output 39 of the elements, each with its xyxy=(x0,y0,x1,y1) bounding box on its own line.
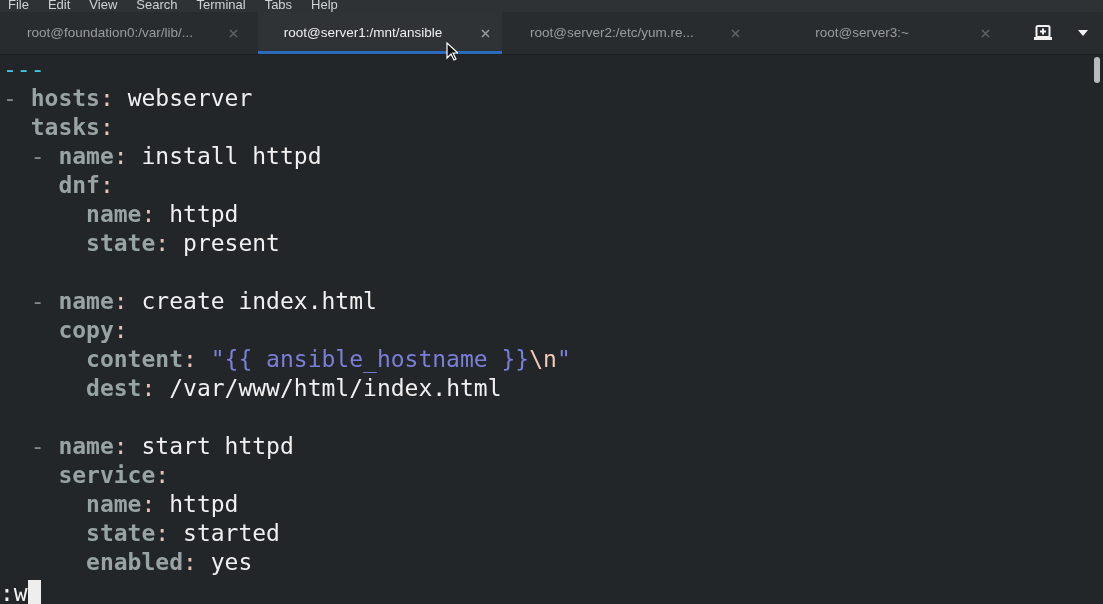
code-line: enabled: yes xyxy=(85,549,253,575)
terminal-tab[interactable]: root@foundation0:/var/lib/... xyxy=(4,12,250,54)
tab-label: root@server2:/etc/yum.re... xyxy=(529,23,695,42)
menu-item[interactable]: File xyxy=(8,0,29,12)
menu-item[interactable]: Help xyxy=(311,0,338,12)
menu-item[interactable]: Edit xyxy=(47,0,71,12)
mouse-pointer-icon xyxy=(446,42,458,62)
terminal-tab[interactable]: root@server3:~ xyxy=(756,12,1002,54)
code-line: name: httpd xyxy=(85,201,239,227)
terminal-tab[interactable]: root@server1:/mnt/ansible xyxy=(258,12,502,54)
close-icon[interactable] xyxy=(228,28,238,38)
tab-label: root@server3:~ xyxy=(814,23,910,42)
code-line: content: "{{ ansible_hostname }}\n" xyxy=(85,346,571,372)
menu-item[interactable]: Search xyxy=(136,0,178,12)
text-cursor xyxy=(27,580,41,604)
code-line: state: present xyxy=(85,230,280,256)
menu-item[interactable]: Tabs xyxy=(264,0,293,12)
close-icon[interactable] xyxy=(480,28,490,38)
scrollbar[interactable] xyxy=(1094,57,1100,83)
terminal-tab[interactable]: root@server2:/etc/yum.re... xyxy=(506,12,752,54)
menu-item[interactable]: View xyxy=(89,0,118,12)
code-line: --- xyxy=(3,56,45,82)
close-icon[interactable] xyxy=(730,28,740,38)
code-line: - name: install httpd xyxy=(29,143,322,169)
tab-label: root@server1:/mnt/ansible xyxy=(282,23,444,42)
tab-label: root@foundation0:/var/lib/... xyxy=(25,23,195,42)
code-line: dnf: xyxy=(57,172,114,198)
code-line: copy: xyxy=(57,317,128,343)
code-line: dest: /var/www/html/index.html xyxy=(85,375,502,401)
code-line: state: started xyxy=(85,520,280,546)
code-line: service: xyxy=(57,462,170,488)
code-line: name: httpd xyxy=(85,491,239,517)
code-line: - name: start httpd xyxy=(29,433,294,459)
menu-item[interactable]: Terminal xyxy=(196,0,246,12)
command-line[interactable]: :w xyxy=(0,579,28,604)
close-icon[interactable] xyxy=(980,28,990,38)
code-line: - hosts: webserver xyxy=(3,85,253,111)
code-line: tasks: xyxy=(29,114,114,140)
code-line: - name: create index.html xyxy=(29,288,377,314)
